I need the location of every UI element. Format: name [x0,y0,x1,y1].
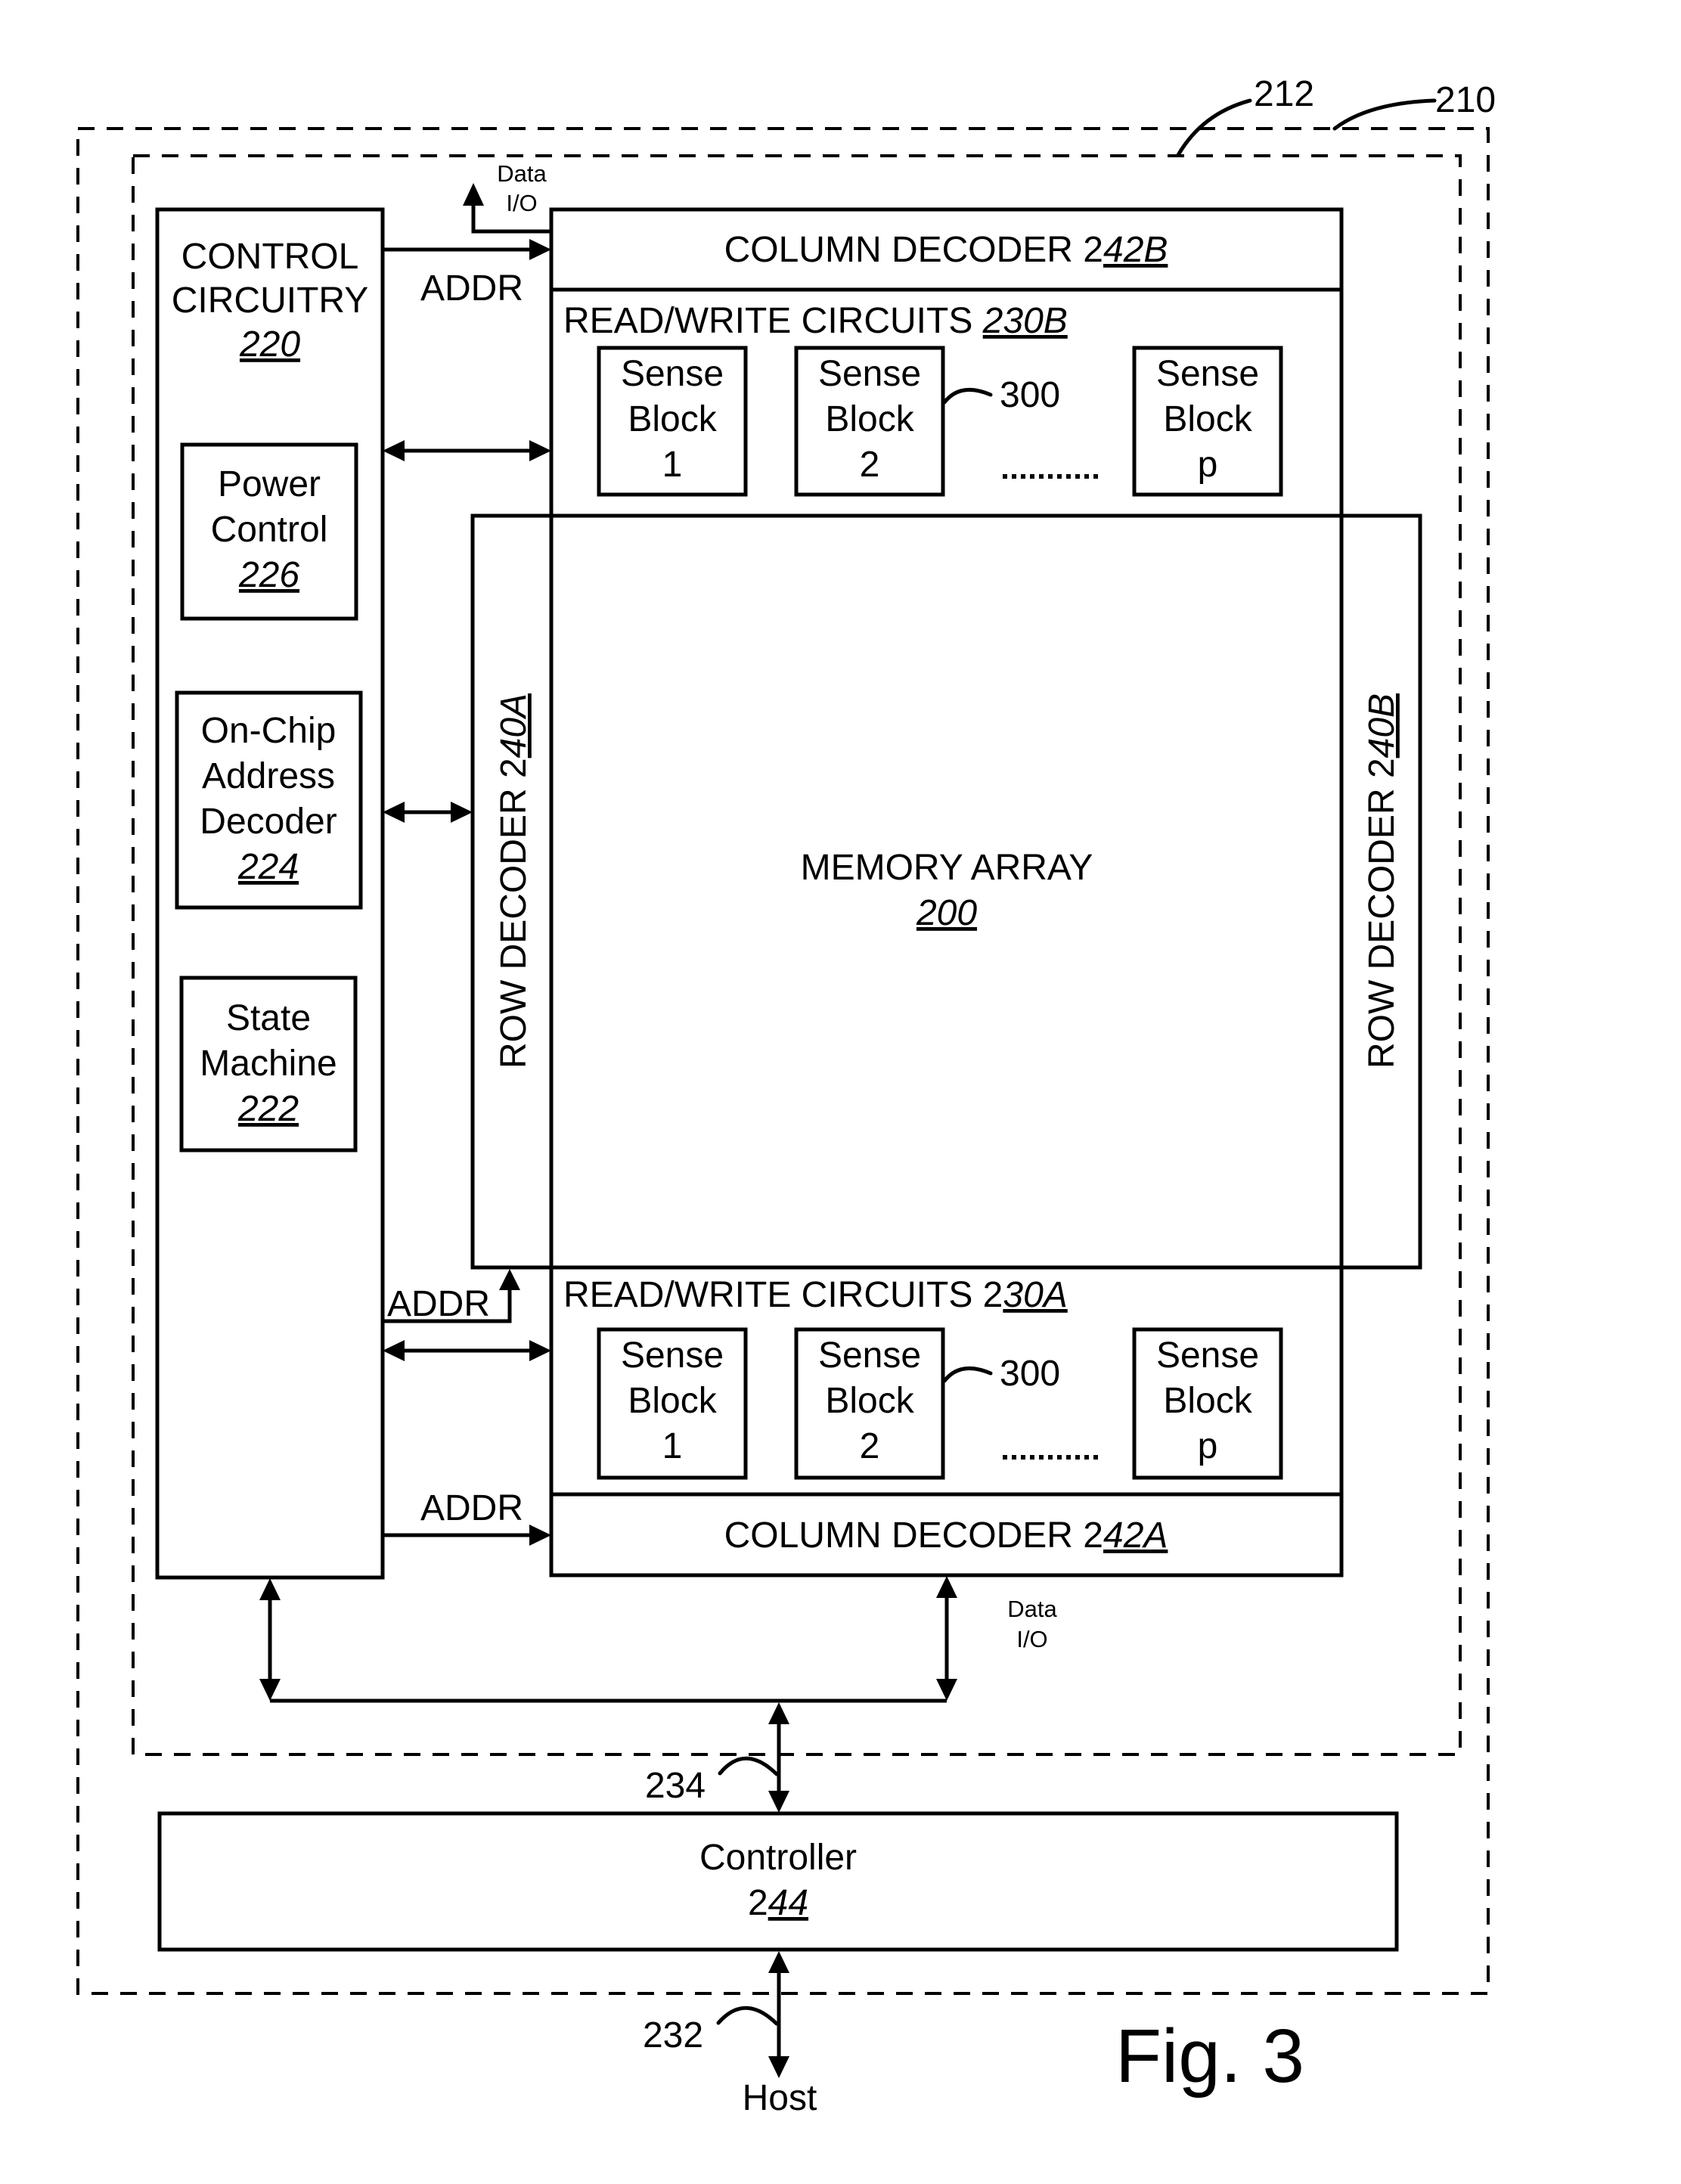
state-machine-line1: State [226,998,311,1038]
address-decoder-line1: On-Chip [201,711,337,751]
address-decoder-line2: Address [202,756,335,796]
sense-block-id: 1 [662,1426,683,1466]
arrowhead-down-icon [768,1791,789,1813]
sense-block-id: 1 [662,445,683,485]
address-decoder-ref: 224 [237,847,299,887]
rw-circuits-a-label: READ/WRITE CIRCUITS 230A [563,1275,1068,1315]
sense-blocks-a: Sense Block 1 Sense Block 2 300 Sense Bl… [597,1327,1283,1480]
arrowhead-left-icon [383,440,405,461]
state-machine-ref: 222 [237,1089,299,1129]
ref-label-234: 234 [645,1766,706,1806]
column-decoder-b-label: COLUMN DECODER 242B [724,230,1168,270]
arrowhead-right-icon [529,1340,551,1361]
power-control-ref: 226 [238,555,299,595]
sense-block-word: Block [1163,1381,1252,1421]
ref-label-300-bottom: 300 [1000,1354,1060,1394]
sense-block-word: Block [628,1381,717,1421]
sense-block-id: 2 [860,1426,880,1466]
arrowhead-down-icon [936,1679,957,1701]
ref-label-232: 232 [643,2015,703,2055]
control-circuitry-ref: 220 [239,324,300,365]
addr-label-bottom: ADDR [420,1488,523,1528]
rw-circuits-b-title: READ/WRITE CIRCUITS [563,301,983,341]
addr-label-top: ADDR [420,268,523,309]
host-label: Host [743,2078,817,2118]
controller-block [157,1811,1399,1952]
arrowhead-right-icon [529,1525,551,1546]
state-machine-line2: Machine [200,1044,337,1084]
column-decoder-b-title: COLUMN DECODER 2 [724,230,1103,270]
memory-array-ref: 200 [916,893,977,933]
data-io-top-line2: I/O [506,190,537,216]
rw-circuits-b-ref: 230B [982,301,1068,341]
sense-block-word: Block [1163,399,1252,439]
arrowhead-up-icon [499,1269,520,1290]
arrowhead-left-icon [383,802,405,823]
sense-block-word: Sense [1156,354,1259,394]
arrowhead-up-icon [768,1951,789,1973]
sense-block-word: Sense [621,1336,724,1376]
row-decoder-a-ref: 40A [494,693,534,758]
memory-array-block [470,513,1422,1270]
rw-circuits-a-ref: 30A [1003,1275,1067,1315]
arrowhead-left-icon [383,1340,405,1361]
figure-caption: Fig. 3 [1115,2014,1304,2099]
control-circuitry-title-line1: CONTROL [181,237,359,277]
controller-ref-label: 244 [748,1883,808,1923]
memory-array-title: MEMORY ARRAY [801,848,1093,888]
ref-label-300-top: 300 [1000,375,1060,415]
leader-234 [718,1756,779,1776]
addr-label-row: ADDR [387,1284,490,1324]
sense-block-id: p [1198,1426,1218,1466]
data-io-bottom-line2: I/O [1016,1626,1047,1652]
leader-210 [1332,98,1437,131]
data-io-top-line1: Data [497,160,547,187]
data-io-bottom-line1: Data [1007,1596,1057,1622]
column-decoder-a-ref: 42A [1103,1515,1168,1556]
arrowhead-up-icon [463,183,484,206]
arrowhead-up-icon [768,1702,789,1724]
row-decoder-a-label: ROW DECODER 240A [494,693,534,1069]
row-decoder-b-ref: 40B [1362,693,1402,758]
leader-232 [716,2006,779,2026]
column-decoder-a-title: COLUMN DECODER 2 [724,1515,1103,1556]
memory-system-diagram: 212 210 CONTROL CIRCUITRY 220 Power Cont… [76,74,1496,2118]
arrowhead-up-icon [259,1578,281,1600]
arrowhead-right-icon [529,239,551,260]
sense-block-id: p [1198,445,1218,485]
arrowhead-right-icon [451,802,473,823]
sense-block-word: Sense [621,354,724,394]
controller-ref: 44 [768,1883,808,1923]
arrowhead-right-icon [529,440,551,461]
sense-block-word: Sense [1156,1336,1259,1376]
rw-circuits-a-title: READ/WRITE CIRCUITS 2 [563,1275,1003,1315]
sense-block-word: Sense [818,354,921,394]
sense-block-word: Block [825,1381,914,1421]
sense-block-word: Block [628,399,717,439]
controller-ref-prefix: 2 [748,1883,768,1923]
power-control-line1: Power [218,464,321,504]
power-control-line2: Control [211,510,328,550]
arrowhead-up-icon [936,1576,957,1598]
row-decoder-b-title: ROW DECODER 2 [1362,758,1402,1069]
row-decoder-b-label: ROW DECODER 240B [1362,693,1402,1069]
address-decoder-line3: Decoder [200,802,337,842]
row-decoder-a-title: ROW DECODER 2 [494,758,534,1069]
sense-block-word: Block [825,399,914,439]
controller-title: Controller [699,1838,857,1878]
control-circuitry-title-line2: CIRCUITRY [172,281,368,321]
ref-label-210: 210 [1435,80,1496,120]
ref-label-212: 212 [1254,74,1314,114]
column-decoder-b-ref: 42B [1103,230,1168,270]
arrowhead-down-icon [768,2056,789,2078]
sense-block-word: Sense [818,1336,921,1376]
sense-blocks-b: Sense Block 1 Sense Block 2 300 Sense Bl… [597,346,1283,497]
rw-circuits-b-label: READ/WRITE CIRCUITS 230B [563,301,1068,341]
column-decoder-a-label: COLUMN DECODER 242A [724,1515,1168,1556]
sense-block-id: 2 [860,445,880,485]
arrowhead-down-icon [259,1679,281,1701]
